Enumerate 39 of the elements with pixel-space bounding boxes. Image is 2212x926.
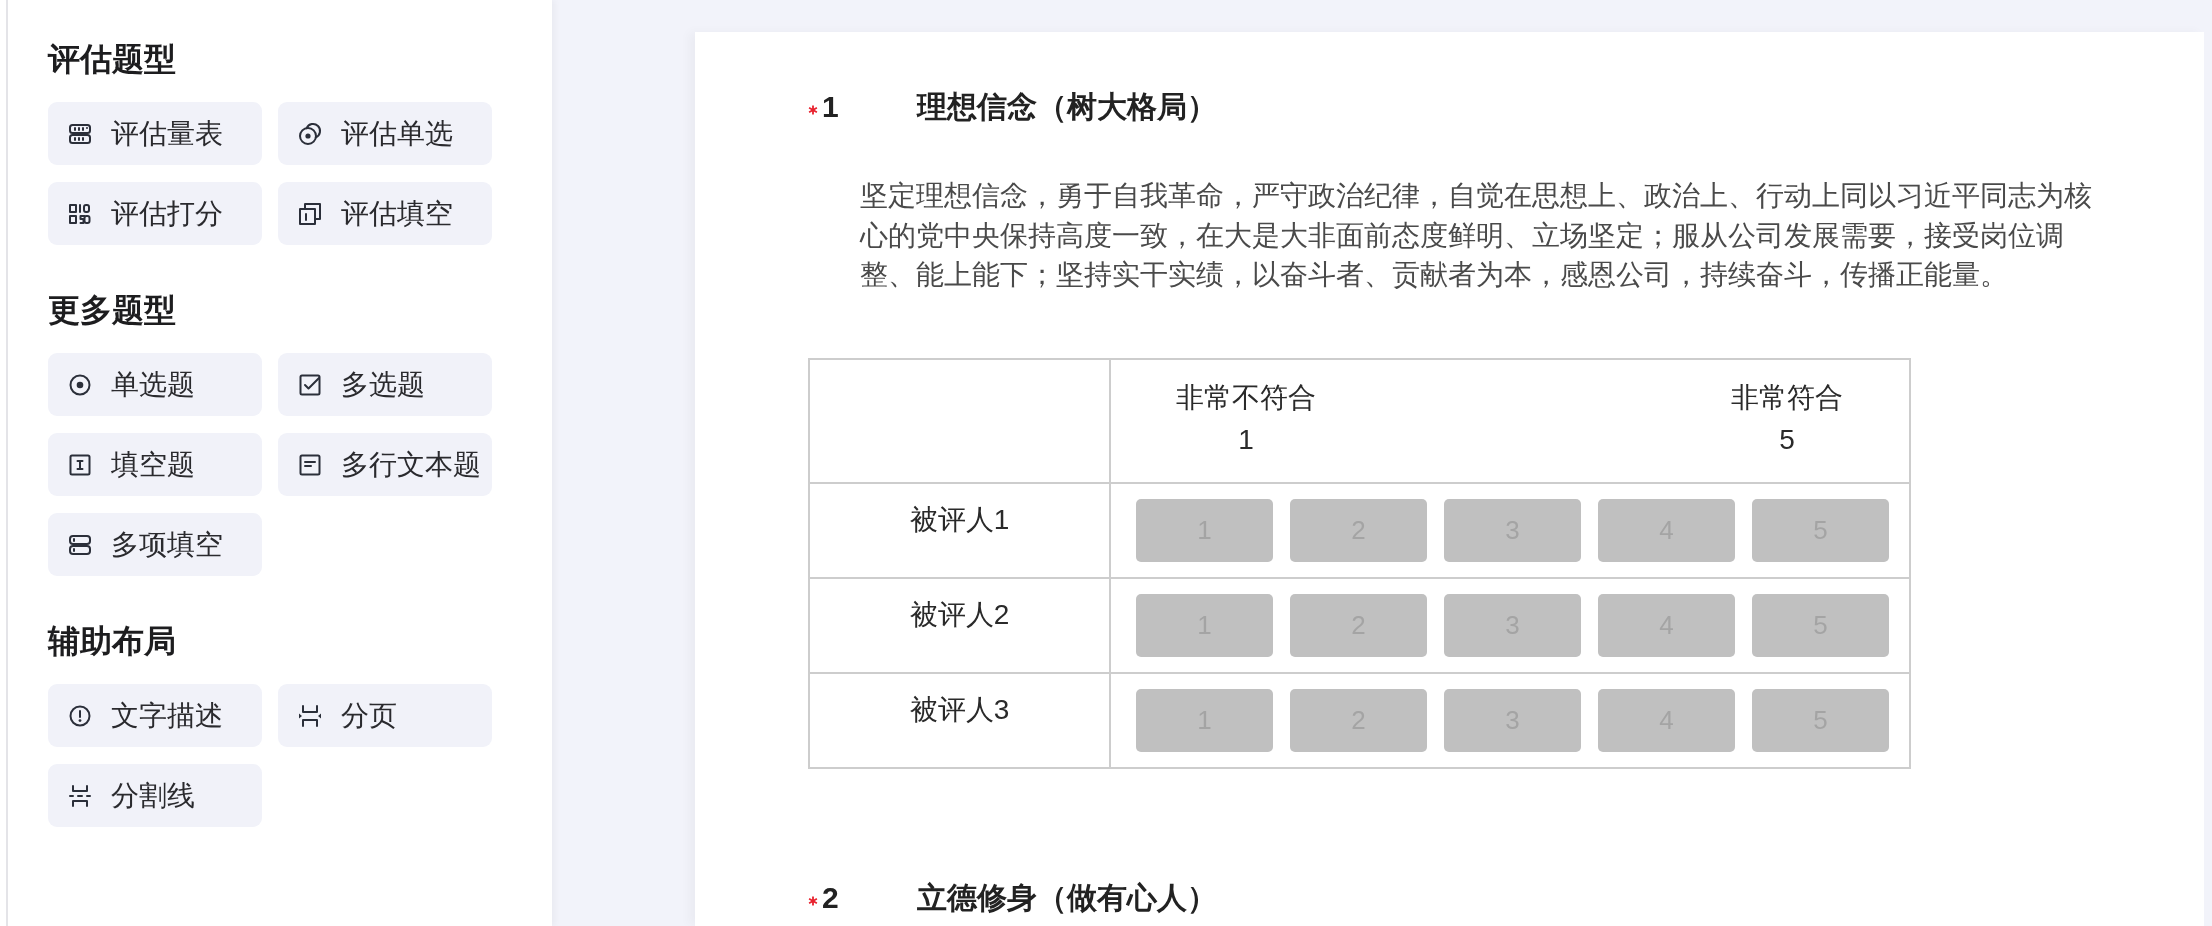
question-type-button[interactable]: 评估填空 bbox=[278, 182, 492, 245]
exclamation-circle-icon bbox=[68, 703, 92, 728]
question-type-button[interactable]: 填空题 bbox=[48, 433, 262, 496]
text-cursor-icon bbox=[68, 452, 92, 477]
section-heading: 辅助布局 bbox=[48, 622, 176, 660]
page-break-icon bbox=[298, 703, 322, 728]
question-type-button[interactable]: 评估单选 bbox=[278, 102, 492, 165]
text-lines-icon bbox=[298, 452, 322, 477]
question-type-button[interactable]: 评估量表 bbox=[48, 102, 262, 165]
question-type-button[interactable]: 多项填空 bbox=[48, 513, 262, 576]
evaluee-name: 被评人2 bbox=[909, 599, 1010, 630]
radio-icon bbox=[68, 372, 92, 397]
question-title: 立德修身（做有心人） bbox=[917, 879, 1217, 916]
scale-label: 非常不符合 bbox=[1176, 380, 1316, 415]
scale-label: 非常符合 bbox=[1731, 380, 1843, 415]
score-grid-icon bbox=[68, 201, 92, 226]
section-heading: 更多题型 bbox=[48, 291, 176, 329]
question-title: 理想信念（树大格局） bbox=[917, 89, 1217, 125]
question-type-button[interactable]: 多行文本题 bbox=[278, 433, 492, 496]
question-number: 2 bbox=[822, 879, 840, 916]
overlapping-squares-icon bbox=[298, 201, 322, 226]
question-type-button[interactable]: 单选题 bbox=[48, 353, 262, 416]
question-type-button[interactable]: 评估打分 bbox=[48, 182, 262, 245]
question-number: 1 bbox=[822, 89, 840, 125]
scale-value: 1 bbox=[1238, 422, 1254, 457]
section-heading: 评估题型 bbox=[48, 40, 176, 78]
question-type-button[interactable]: 分页 bbox=[278, 684, 492, 747]
divider-icon bbox=[68, 783, 92, 808]
checkbox-icon bbox=[298, 372, 322, 397]
scale-rows-icon bbox=[68, 121, 92, 146]
evaluee-name: 被评人1 bbox=[909, 504, 1010, 535]
evaluee-name: 被评人3 bbox=[909, 694, 1010, 725]
scale-value: 5 bbox=[1779, 422, 1795, 457]
question-type-button[interactable]: 文字描述 bbox=[48, 684, 262, 747]
question-type-button[interactable]: 多选题 bbox=[278, 353, 492, 416]
overlapping-circles-icon bbox=[298, 121, 322, 146]
stacked-fields-icon bbox=[68, 532, 92, 557]
question-description: 坚定理想信念，勇于自我革命，严守政治纪律，自觉在思想上、政治上、行动上同以习近平同志为核心的党中央保持高度一致，在大是大非面前态度鲜明、立场坚定；服从公司发展需要，接受岗位调整、能上能下；坚持实干实绩，以奋斗者、贡献者为本，感恩公司，持续奋斗，传播正能量。 bbox=[860, 179, 2093, 292]
question-type-button[interactable]: 分割线 bbox=[48, 764, 262, 827]
